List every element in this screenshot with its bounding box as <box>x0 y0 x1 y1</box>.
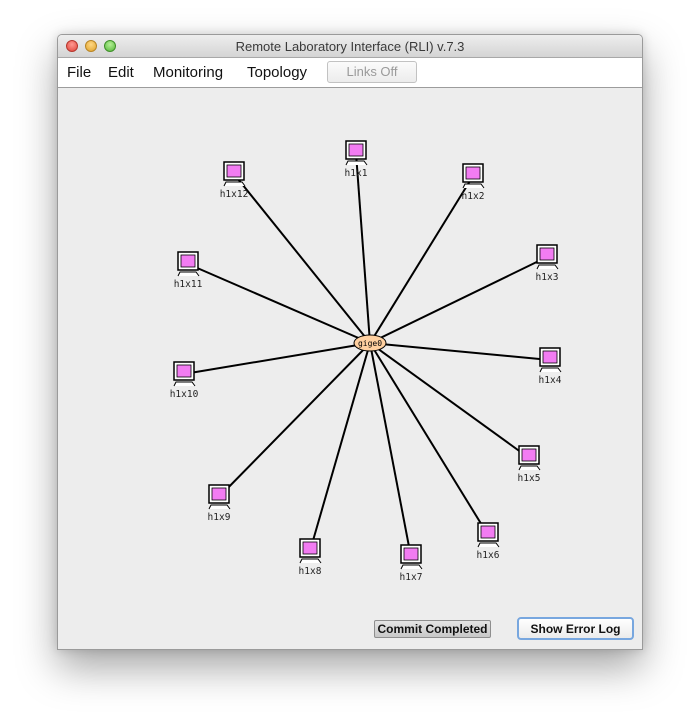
host-keyboard <box>208 504 231 510</box>
hub-label: gige0 <box>358 339 382 348</box>
host-screen <box>302 541 318 555</box>
host-screen <box>539 247 555 261</box>
topology-graph[interactable]: h1x1 h1x2 h1x3 h1x4 h1x5 h1x6 h1x7 h1x8 h1x9 h1x1… <box>58 88 642 649</box>
host-keyboard <box>539 367 562 373</box>
host-label: h1x7 <box>400 572 423 583</box>
host-screen <box>348 143 364 157</box>
host-keyboard <box>299 558 322 564</box>
host-label: h1x4 <box>539 375 562 386</box>
host-node[interactable]: h1x2 <box>462 163 485 202</box>
host-keyboard <box>462 183 485 189</box>
host-node[interactable]: h1x4 <box>539 347 562 386</box>
topology-canvas[interactable]: h1x1 h1x2 h1x3 h1x4 h1x5 h1x6 h1x7 h1x8 h1x9 h1x1… <box>58 88 642 649</box>
links-off-button[interactable]: Links Off <box>327 61 417 83</box>
host-screen <box>226 164 242 178</box>
menu-topology[interactable]: Topology <box>247 64 307 81</box>
host-label: h1x1 <box>345 168 368 179</box>
host-node[interactable]: h1x5 <box>518 445 541 484</box>
link-line[interactable] <box>369 342 530 459</box>
host-screen <box>180 254 196 268</box>
host-screen <box>521 448 537 462</box>
host-label: h1x11 <box>174 279 203 290</box>
menu-monitoring[interactable]: Monitoring <box>153 64 223 81</box>
link-line[interactable] <box>369 342 551 361</box>
host-screen <box>542 350 558 364</box>
host-node[interactable]: h1x9 <box>208 484 231 523</box>
app-window: Remote Laboratory Interface (RLI) v.7.3 … <box>57 34 643 650</box>
host-node[interactable]: h1x7 <box>400 544 423 583</box>
menu-bar: File Edit Monitoring Topology Links Off <box>58 58 642 88</box>
menu-file[interactable]: File <box>67 64 91 81</box>
link-line[interactable] <box>233 173 371 344</box>
host-label: h1x10 <box>170 389 199 400</box>
host-keyboard <box>177 271 200 277</box>
host-screen <box>403 547 419 561</box>
host-keyboard <box>173 381 196 387</box>
title-bar[interactable]: Remote Laboratory Interface (RLI) v.7.3 <box>58 35 642 58</box>
host-label: h1x6 <box>477 550 500 561</box>
host-node[interactable]: h1x3 <box>536 244 559 283</box>
host-node[interactable]: h1x11 <box>174 251 203 290</box>
host-node[interactable]: h1x12 <box>220 161 249 200</box>
links-layer <box>183 152 551 558</box>
window-title: Remote Laboratory Interface (RLI) v.7.3 <box>235 39 465 54</box>
menu-edit[interactable]: Edit <box>108 64 134 81</box>
host-keyboard <box>536 264 559 270</box>
host-screen <box>176 364 192 378</box>
host-label: h1x3 <box>536 272 559 283</box>
host-label: h1x2 <box>462 191 485 202</box>
host-keyboard <box>223 181 246 187</box>
link-line[interactable] <box>187 263 371 344</box>
host-label: h1x9 <box>208 512 231 523</box>
host-keyboard <box>518 465 541 471</box>
host-label: h1x8 <box>299 566 322 577</box>
host-screen <box>465 166 481 180</box>
commit-completed-button[interactable]: Commit Completed <box>374 620 491 638</box>
host-keyboard <box>400 564 423 570</box>
host-node[interactable]: h1x6 <box>477 522 500 561</box>
host-label: h1x12 <box>220 189 249 200</box>
link-line[interactable] <box>183 342 371 375</box>
host-keyboard <box>345 160 368 166</box>
link-line[interactable] <box>355 152 371 344</box>
host-screen <box>480 525 496 539</box>
host-screen <box>211 487 227 501</box>
host-node[interactable]: h1x8 <box>299 538 322 577</box>
host-label: h1x5 <box>518 473 541 484</box>
host-node[interactable]: h1x10 <box>170 361 199 400</box>
show-error-log-button[interactable]: Show Error Log <box>517 617 634 640</box>
host-keyboard <box>477 542 500 548</box>
hub-node[interactable]: gige0 <box>353 334 387 352</box>
